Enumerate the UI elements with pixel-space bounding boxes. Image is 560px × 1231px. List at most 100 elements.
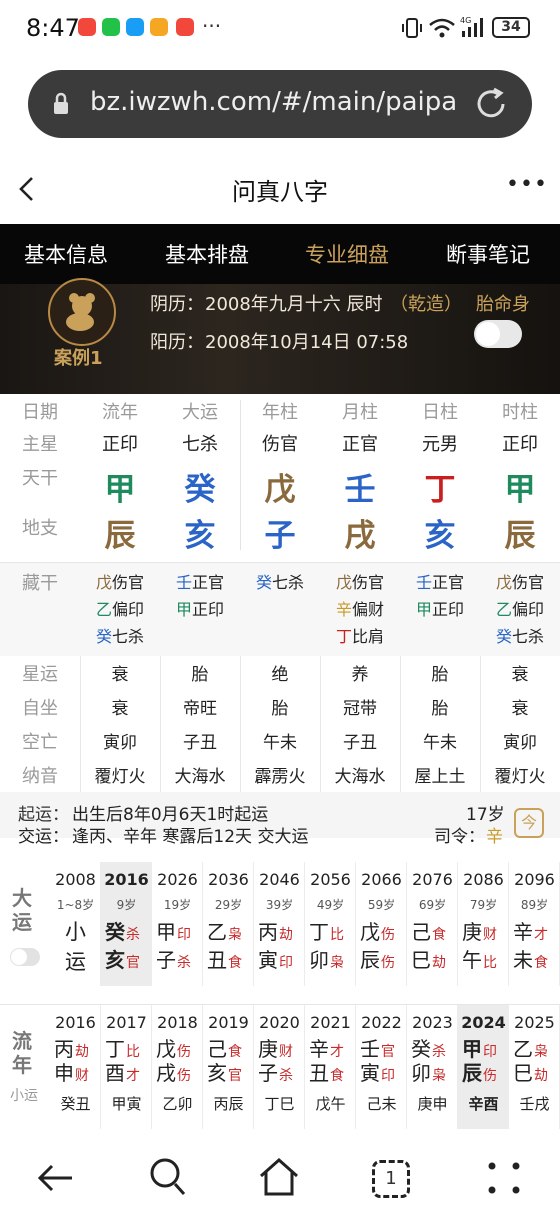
hidden-stem-char: 癸 xyxy=(95,627,112,646)
liunian-item[interactable]: 2018 戊伤 戌伤 乙卯 xyxy=(152,1005,203,1129)
hidden-stem-star: 偏印 xyxy=(112,600,145,619)
hidden-stem: 乙偏印 xyxy=(80,596,160,620)
age: 79岁 xyxy=(469,898,498,912)
liunian-item[interactable]: 2017 丁比 酉才 甲寅 xyxy=(101,1005,152,1129)
liunian-item[interactable]: 2019 己食 亥官 丙辰 xyxy=(203,1005,254,1129)
main-star: 正官 xyxy=(342,434,378,455)
stem-char: 乙 xyxy=(207,920,227,944)
dayun-item[interactable]: 2046 39岁 丙劫 寅印 xyxy=(254,862,305,986)
tab-pro-chart[interactable]: 专业细盘 xyxy=(305,239,389,269)
siling-value: 辛 xyxy=(486,827,503,847)
tab-notes[interactable]: 断事笔记 xyxy=(446,239,530,269)
liunian-item[interactable]: 2016 丙劫 申财 癸丑 xyxy=(50,1005,101,1129)
liunian-item[interactable]: 2024 甲印 辰伤 辛酉 xyxy=(458,1005,509,1129)
hidden-stem-char: 戊 xyxy=(95,573,112,592)
stem-star: 劫 xyxy=(279,927,293,943)
qiyun-panel: 起运： 出生后8年0月6天1时起运 交运： 逢丙、辛年 寒露后12天 交大运 1… xyxy=(0,792,560,847)
extra-value: 衰 xyxy=(511,699,529,719)
dayun-item[interactable]: 2036 29岁 乙枭 丑食 xyxy=(203,862,254,986)
stem: 己食 xyxy=(411,916,457,945)
calendar-icon[interactable]: 今 xyxy=(514,808,544,838)
dayun-item[interactable]: 2016 9岁 癸杀 亥官 xyxy=(101,862,152,986)
year: 2026 xyxy=(157,870,198,889)
dayun-item[interactable]: 2008 1~8岁小运 xyxy=(50,862,101,986)
year: 2008 xyxy=(55,870,96,889)
branch-star: 杀 xyxy=(177,955,191,971)
hidden-stem-char: 壬 xyxy=(175,573,192,592)
hidden-stem-char: 壬 xyxy=(415,573,432,592)
search-icon[interactable] xyxy=(148,1156,188,1200)
main-star: 元男 xyxy=(422,434,458,455)
earthly-branch: 亥 xyxy=(424,518,456,554)
address-bar[interactable]: bz.iwzwh.com/#/main/paipa xyxy=(28,70,532,138)
xiaoyun: 辛酉 xyxy=(468,1095,499,1113)
branch-star: 劫 xyxy=(534,1068,548,1084)
hidden-stem: 戊伤官 xyxy=(320,569,400,593)
solar-date: 2008年10月14日 07:58 xyxy=(205,332,409,353)
hidden-stem: 戊伤官 xyxy=(480,569,560,593)
branch-char: 巳 xyxy=(411,948,431,972)
age: 49岁 xyxy=(316,898,345,912)
page-header: 问真八字 ••• xyxy=(0,150,560,224)
dayun-toggle[interactable] xyxy=(10,948,40,966)
branch: 巳劫 xyxy=(513,1057,559,1086)
dayun-item[interactable]: 2086 79岁 庚财 午比 xyxy=(458,862,509,986)
liunian-item[interactable]: 2020 庚财 子杀 丁巳 xyxy=(254,1005,305,1129)
menu-dots-icon[interactable] xyxy=(486,1160,522,1196)
hidden-stem: 癸七杀 xyxy=(240,569,320,593)
branch: 酉才 xyxy=(105,1057,151,1086)
url-text[interactable]: bz.iwzwh.com/#/main/paipa xyxy=(90,87,475,117)
liunian-item[interactable]: 2023 癸杀 卯枭 庚申 xyxy=(407,1005,458,1129)
dayun-item[interactable]: 2096 89岁 辛才 未食 xyxy=(509,862,560,986)
more-menu-icon[interactable]: ••• xyxy=(506,172,548,197)
hidden-stem: 癸七杀 xyxy=(480,623,560,647)
liunian-item[interactable]: 2025 乙枭 巳劫 壬戌 xyxy=(509,1005,560,1129)
tab-basic-info[interactable]: 基本信息 xyxy=(24,239,108,269)
tabs-counter-icon[interactable]: 1 xyxy=(372,1160,410,1198)
branch: 寅印 xyxy=(360,1057,406,1086)
age: 39岁 xyxy=(265,898,294,912)
earthly-branch: 亥 xyxy=(184,518,216,554)
hidden-stem-star: 伤官 xyxy=(352,573,385,592)
xiaoyun: 乙卯 xyxy=(162,1095,193,1113)
row-label: 星运 xyxy=(22,664,58,685)
branch-char: 辰 xyxy=(360,948,380,972)
pillar-header: 年柱 xyxy=(262,402,298,423)
liunian-item[interactable]: 2022 壬官 寅印 己未 xyxy=(356,1005,407,1129)
dayun-item[interactable]: 2026 19岁 甲印 子杀 xyxy=(152,862,203,986)
stem-star: 印 xyxy=(177,927,191,943)
column-divider xyxy=(320,656,321,792)
xiaoyun: 己未 xyxy=(366,1095,397,1113)
year: 2066 xyxy=(361,870,402,889)
liunian-item[interactable]: 2021 辛才 丑食 戊午 xyxy=(305,1005,356,1129)
year: 2046 xyxy=(259,870,300,889)
pillar-header: 流年 xyxy=(102,402,138,423)
home-icon[interactable] xyxy=(258,1156,300,1198)
hidden-stem-star: 正官 xyxy=(192,573,225,592)
reload-icon[interactable] xyxy=(472,85,510,123)
extra-value: 冠带 xyxy=(343,699,377,719)
hidden-stem: 壬正官 xyxy=(400,569,480,593)
jiaoyun-text: 逢丙、辛年 寒露后12天 交大运 xyxy=(72,827,309,847)
tab-basic-chart[interactable]: 基本排盘 xyxy=(165,239,249,269)
branch-star: 官 xyxy=(228,1068,242,1084)
jiaoyun-label: 交运： xyxy=(18,827,69,847)
earthly-branch: 子 xyxy=(264,518,296,554)
wechat-icon xyxy=(102,18,120,36)
branch-char: 亥 xyxy=(105,948,125,972)
extra-value: 大海水 xyxy=(334,767,386,787)
branch-char: 申 xyxy=(54,1061,74,1085)
taiming-toggle[interactable] xyxy=(474,320,522,348)
year: 2024 xyxy=(461,1013,506,1032)
stem: 庚财 xyxy=(462,916,508,945)
row-label: 空亡 xyxy=(22,732,58,753)
stem-star: 财 xyxy=(483,927,497,943)
back-arrow-icon[interactable] xyxy=(36,1158,76,1198)
dayun-item[interactable]: 2066 59岁 戊伤 辰伤 xyxy=(356,862,407,986)
pillar-header: 大运 xyxy=(182,402,218,423)
dayun-item[interactable]: 2056 49岁 丁比 卯枭 xyxy=(305,862,356,986)
heavenly-stem: 戊 xyxy=(264,472,296,508)
hidden-stem-char: 乙 xyxy=(495,600,512,619)
year: 2021 xyxy=(310,1013,351,1032)
dayun-item[interactable]: 2076 69岁 己食 巳劫 xyxy=(407,862,458,986)
